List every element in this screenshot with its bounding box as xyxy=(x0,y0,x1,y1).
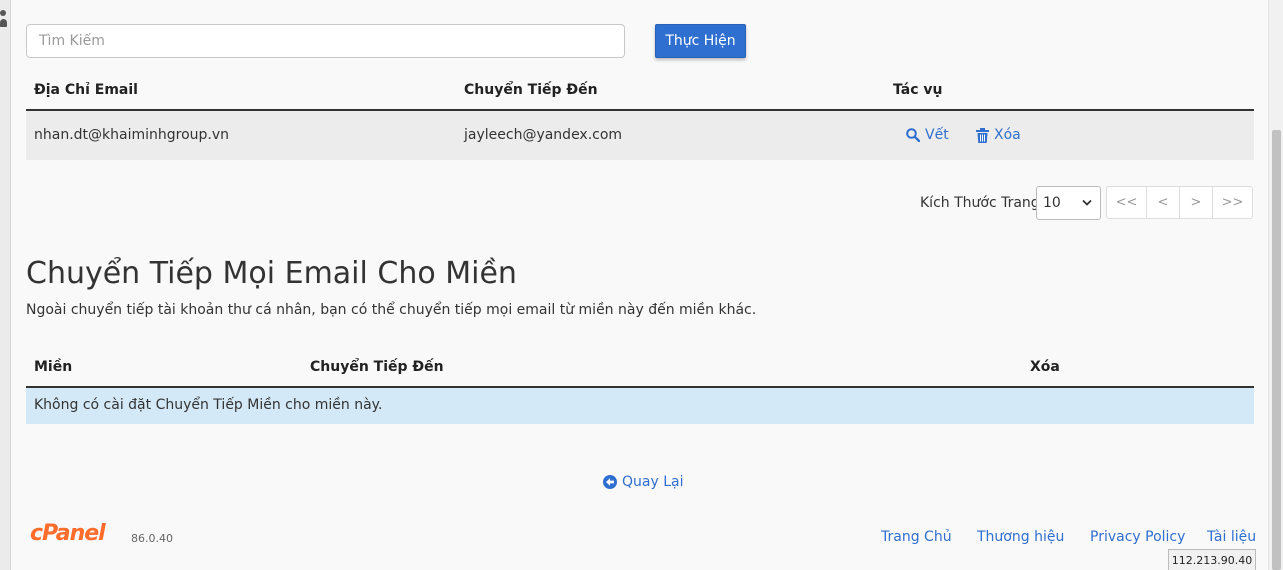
column-header-domain[interactable]: Miền xyxy=(34,359,72,375)
page-size-value: 10 xyxy=(1043,195,1061,211)
search-submit-button[interactable]: Thực Hiện xyxy=(655,24,746,58)
back-link[interactable]: Quay Lại xyxy=(603,474,683,490)
empty-table-message: Không có cài đặt Chuyển Tiếp Miền cho mi… xyxy=(34,397,383,413)
version-number: 86.0.40 xyxy=(131,532,173,545)
trace-action-label: Vết xyxy=(925,127,949,143)
cpanel-logo[interactable]: cPanel xyxy=(30,521,106,546)
footer-link-privacy-policy[interactable]: Privacy Policy xyxy=(1090,529,1185,545)
previous-page-button[interactable]: < xyxy=(1146,186,1180,219)
forwarder-destination: jayleech@yandex.com xyxy=(464,127,623,143)
section-description: Ngoài chuyển tiếp tài khoản thư cá nhân,… xyxy=(26,302,757,318)
column-header-forward-to[interactable]: Chuyển Tiếp Đến xyxy=(464,82,598,98)
column-header-actions: Tác vụ xyxy=(893,82,943,98)
chevron-down-icon xyxy=(1082,199,1092,206)
pagination-controls: << < > >> xyxy=(1106,186,1253,219)
user-icon[interactable] xyxy=(0,10,7,32)
page-size-label: Kích Thước Trang xyxy=(920,195,1040,211)
search-icon xyxy=(906,128,920,142)
delete-action-link[interactable]: Xóa xyxy=(976,127,1021,143)
column-header-email-address[interactable]: Địa Chỉ Email xyxy=(34,82,138,98)
footer-link-trademarks[interactable]: Thương hiệu xyxy=(977,529,1064,545)
forwarder-address: nhan.dt@khaiminhgroup.vn xyxy=(34,127,230,143)
left-rail xyxy=(0,0,11,570)
section-title: Chuyển Tiếp Mọi Email Cho Miền xyxy=(26,256,517,291)
column-header-domain-forward-to[interactable]: Chuyển Tiếp Đến xyxy=(310,359,444,375)
trace-action-link[interactable]: Vết xyxy=(906,127,949,143)
back-link-label: Quay Lại xyxy=(622,474,684,490)
next-page-button[interactable]: > xyxy=(1179,186,1213,219)
footer-link-home[interactable]: Trang Chủ xyxy=(881,529,952,545)
vertical-scrollbar[interactable] xyxy=(1268,0,1283,570)
first-page-button[interactable]: << xyxy=(1106,186,1147,219)
scrollbar-thumb[interactable] xyxy=(1272,130,1281,570)
search-input[interactable] xyxy=(26,24,625,58)
column-header-delete: Xóa xyxy=(1030,359,1060,375)
footer-link-documentation[interactable]: Tài liệu xyxy=(1207,529,1256,545)
delete-action-label: Xóa xyxy=(994,127,1021,143)
page-size-select[interactable]: 10 xyxy=(1036,186,1101,220)
arrow-circle-left-icon xyxy=(603,475,617,489)
trash-icon xyxy=(976,127,989,143)
last-page-button[interactable]: >> xyxy=(1212,186,1253,219)
ip-address-badge: 112.213.90.40 xyxy=(1168,549,1256,570)
